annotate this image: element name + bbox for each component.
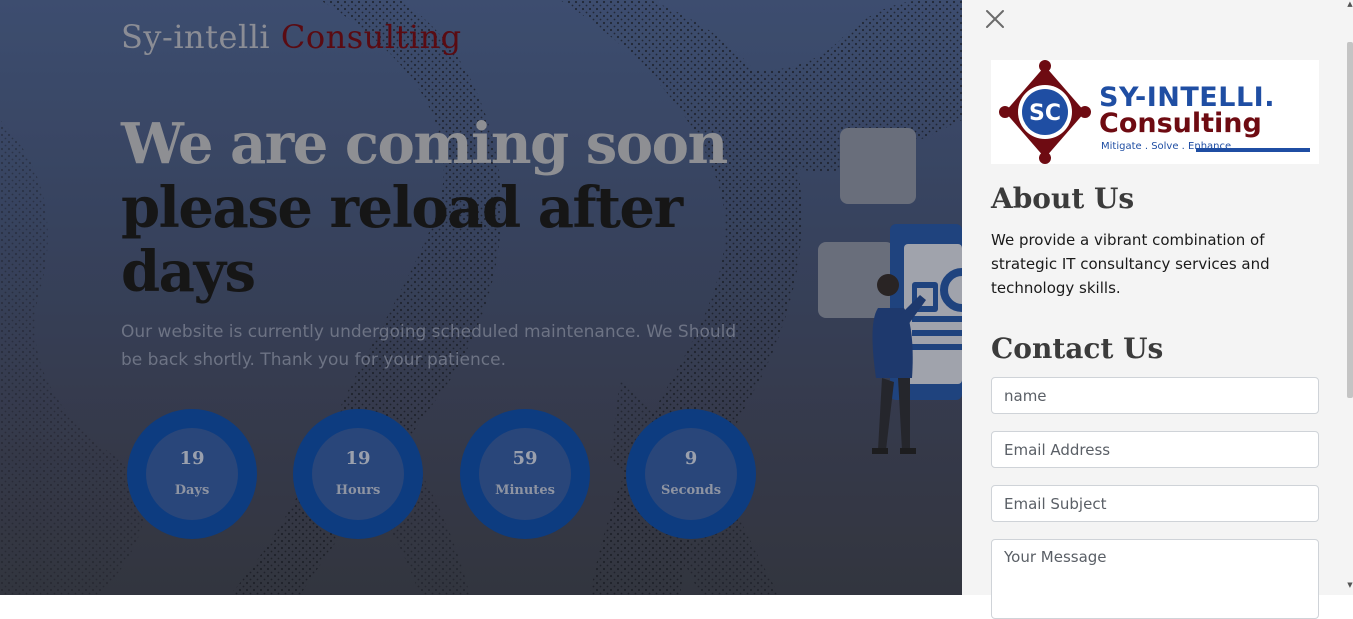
about-us-text: We provide a vibrant combination of stra… [991, 231, 1270, 297]
page-headline: We are coming soon please reload after d… [121, 111, 728, 305]
countdown-value: 19 [179, 448, 205, 469]
countdown-hours: 19 Hours [293, 409, 423, 539]
email-subject-input[interactable] [991, 485, 1319, 522]
message-textarea[interactable] [991, 539, 1319, 619]
countdown-label: Minutes [495, 483, 555, 498]
maintenance-message: Our website is currently undergoing sche… [121, 322, 737, 370]
close-panel-button[interactable] [984, 8, 1006, 30]
countdown-inner-circle [146, 428, 238, 520]
countdown-seconds: 9 Seconds [626, 409, 756, 539]
about-us-heading: About Us [991, 182, 1135, 215]
close-icon [986, 10, 1004, 28]
logo-initials: SC [1029, 101, 1061, 126]
name-input[interactable] [991, 377, 1319, 414]
countdown-value: 9 [684, 448, 698, 469]
countdown-value: 19 [345, 448, 371, 469]
countdown-label: Seconds [660, 483, 722, 498]
countdown-label: Days [174, 483, 210, 498]
headline-line-2: please reload after days [121, 175, 683, 305]
headline-line-1: We are coming soon [121, 111, 728, 177]
scroll-down-arrow-icon[interactable]: ▼ [1347, 581, 1353, 591]
countdown-inner-circle [645, 428, 737, 520]
countdown-days: 19 Days [127, 409, 257, 539]
panel-scrollbar[interactable]: ▲ ▼ [1347, 0, 1353, 595]
logo-emblem-icon: SC [999, 60, 1091, 164]
logo-text-line2: Consulting [1099, 108, 1262, 139]
countdown-minutes: 59 Minutes [460, 409, 590, 539]
email-input[interactable] [991, 431, 1319, 468]
countdown-inner-circle [312, 428, 404, 520]
company-logo: SC SY-INTELLI. Consulting Mitigate . Sol… [991, 60, 1319, 164]
scroll-up-arrow-icon[interactable]: ▲ [1347, 0, 1353, 10]
contact-us-heading: Contact Us [991, 332, 1164, 365]
brand-logo-text[interactable]: Sy-intelli Consulting [121, 18, 462, 56]
hero-section: Sy-intelli Consulting We are coming soon… [0, 0, 962, 595]
countdown-label: Hours [335, 483, 381, 498]
countdown-inner-circle [479, 428, 571, 520]
brand-name-part2: Consulting [280, 18, 462, 56]
countdown-value: 59 [512, 448, 538, 469]
logo-underline [1196, 148, 1310, 152]
brand-name-part1: Sy-intelli [121, 18, 271, 56]
scrollbar-thumb[interactable] [1347, 42, 1353, 398]
